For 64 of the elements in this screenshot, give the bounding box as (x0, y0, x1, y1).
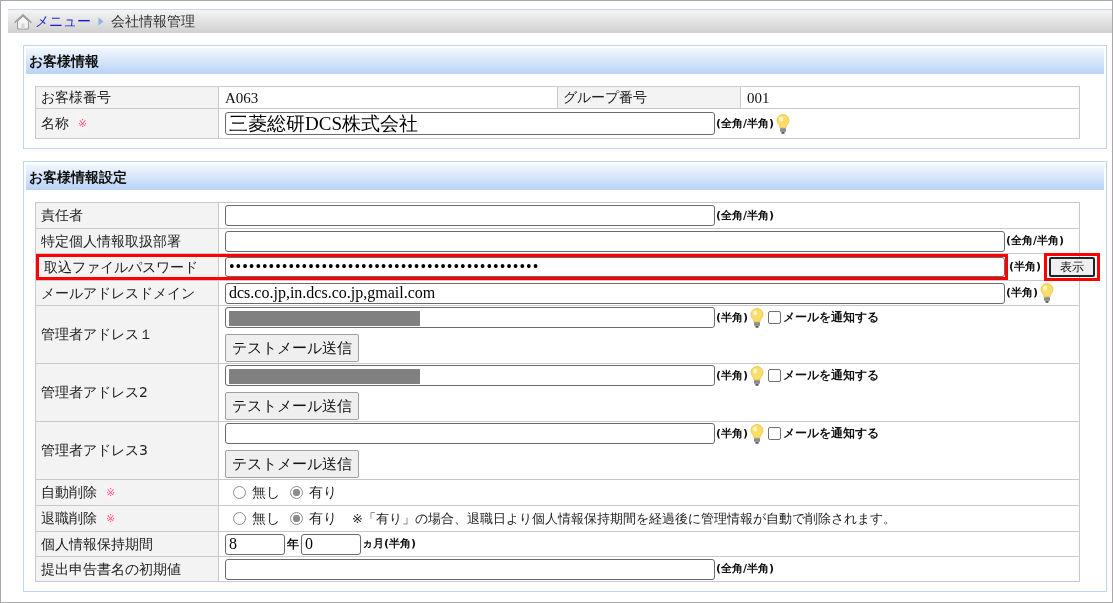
field-label: 取込ファイルパスワード (44, 258, 198, 276)
input-field[interactable] (225, 230, 1005, 252)
field-label: 管理者アドレス3 (41, 442, 148, 459)
input-field[interactable]: 8 (225, 533, 285, 555)
input-hint: (全角/半角) (716, 208, 775, 223)
input-field[interactable] (225, 558, 715, 580)
radio-label[interactable]: 有り (309, 510, 337, 527)
field-label: 名称 (41, 115, 69, 132)
note-text: ※「有り」の場合、退職日より個人情報保持期間を経過後に管理情報が自動で削除されます。 (352, 510, 896, 527)
breadcrumb-current: 会社情報管理 (111, 13, 195, 30)
field-label: 個人情報保持期間 (41, 535, 153, 553)
radio-label[interactable]: 無し (252, 484, 280, 501)
field-label: 退職削除 (41, 510, 97, 527)
radio-button[interactable] (233, 486, 246, 499)
radio-button[interactable] (290, 512, 303, 525)
input-field[interactable] (225, 423, 715, 444)
show-button[interactable]: 表示 (1049, 257, 1096, 277)
input-hint: (半角) (716, 426, 749, 441)
checkbox[interactable] (768, 427, 782, 440)
checkbox[interactable] (768, 369, 782, 382)
field-label: 管理者アドレス2 (41, 384, 148, 401)
checkbox-label[interactable]: メールを通知する (783, 310, 880, 325)
input-field[interactable]: 三菱総研DCS株式会社 (225, 112, 715, 135)
breadcrumb-link[interactable]: メニュー (35, 13, 91, 30)
field-label: 自動削除 (41, 484, 97, 501)
radio-button[interactable] (290, 486, 303, 499)
home-icon (14, 13, 32, 30)
field-label: お客様番号 (41, 89, 111, 106)
input-hint: (半角) (1006, 286, 1039, 300)
required-mark: ※ (106, 485, 116, 500)
checkbox[interactable] (768, 311, 782, 324)
section-header: お客様情報 (26, 48, 1104, 74)
field-value: 001 (747, 88, 770, 107)
field-label: 管理者アドレス１ (41, 326, 153, 343)
triangle-icon (98, 17, 104, 26)
field-label: メールアドレスドメイン (41, 284, 195, 302)
radio-label[interactable]: 有り (309, 484, 337, 501)
field-value: A063 (225, 88, 259, 107)
required-mark: ※ (106, 511, 116, 526)
input-field[interactable]: 0 (301, 533, 361, 555)
section-header: お客様情報設定 (26, 164, 1104, 190)
test-mail-button[interactable]: テストメール送信 (225, 450, 359, 478)
field-label: グループ番号 (563, 89, 647, 106)
input-hint: (半角) (716, 310, 749, 325)
unit-label: 年 (287, 536, 299, 552)
test-mail-button[interactable]: テストメール送信 (225, 334, 359, 362)
input-hint: (半角) (1009, 260, 1042, 274)
input-hint: (全角/半角) (716, 116, 775, 131)
input-hint: (半角) (716, 368, 749, 383)
checkbox-label[interactable]: メールを通知する (783, 426, 880, 441)
input-field[interactable] (225, 205, 715, 226)
checkbox-label[interactable]: メールを通知する (783, 368, 880, 383)
field-label: 提出申告書名の初期値 (41, 560, 181, 578)
radio-button[interactable] (233, 512, 246, 525)
field-label: 責任者 (41, 207, 83, 224)
input-hint: (全角/半角) (716, 562, 775, 576)
field-label: 特定個人情報取扱部署 (41, 232, 181, 250)
required-mark: ※ (78, 116, 88, 131)
input-field[interactable]: dcs.co.jp,in.dcs.co.jp,gmail.com (225, 282, 1005, 304)
radio-label[interactable]: 無し (252, 510, 280, 527)
test-mail-button[interactable]: テストメール送信 (225, 392, 359, 420)
input-hint: (全角/半角) (1006, 234, 1065, 248)
input-field[interactable]: ••••••••••••••••••••••••••••••••••••••••••••••• (225, 257, 1005, 277)
unit-label: ヵ月(半角) (362, 537, 417, 551)
